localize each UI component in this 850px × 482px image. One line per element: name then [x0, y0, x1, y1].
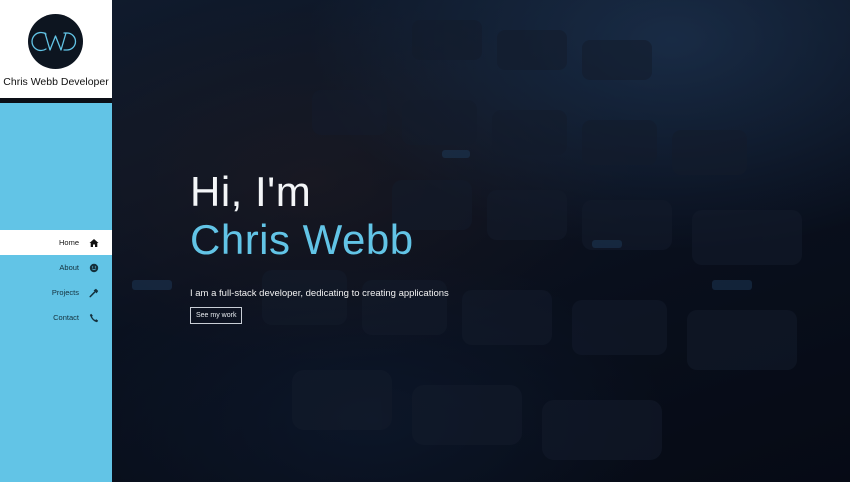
see-my-work-button[interactable]: See my work [190, 307, 243, 324]
hero-name: Chris Webb [190, 216, 414, 263]
sidebar-nav: Home About Projects Contact [0, 230, 112, 330]
nav-item-label: About [59, 263, 79, 272]
smiley-icon [89, 263, 99, 273]
nav-item-label: Contact [53, 313, 79, 322]
logo[interactable] [28, 14, 83, 69]
hero-section: Hi, I'm Chris Webb I am a full-stack dev… [112, 0, 850, 482]
hero-tagline: I am a full-stack developer, dedicating … [190, 288, 449, 299]
nav-item-contact[interactable]: Contact [0, 305, 112, 330]
hero-greeting: Hi, I'm [190, 168, 312, 215]
brand-header[interactable]: Chris Webb Developer [0, 0, 112, 98]
hero-content: Hi, I'm Chris Webb I am a full-stack dev… [190, 168, 449, 324]
brand-name: Chris Webb Developer [3, 76, 109, 88]
page: Chris Webb Developer Home About Projects… [0, 0, 850, 482]
hammer-icon [89, 288, 99, 298]
sidebar: Chris Webb Developer Home About Projects… [0, 0, 112, 482]
phone-icon [89, 313, 99, 323]
cwd-logo-icon [31, 31, 77, 52]
nav-item-label: Projects [51, 288, 79, 297]
nav-item-about[interactable]: About [0, 255, 112, 280]
home-icon [89, 238, 99, 248]
nav-item-label: Home [58, 238, 79, 247]
nav-item-projects[interactable]: Projects [0, 280, 112, 305]
nav-item-home[interactable]: Home [0, 230, 112, 255]
brand-divider [0, 98, 112, 103]
